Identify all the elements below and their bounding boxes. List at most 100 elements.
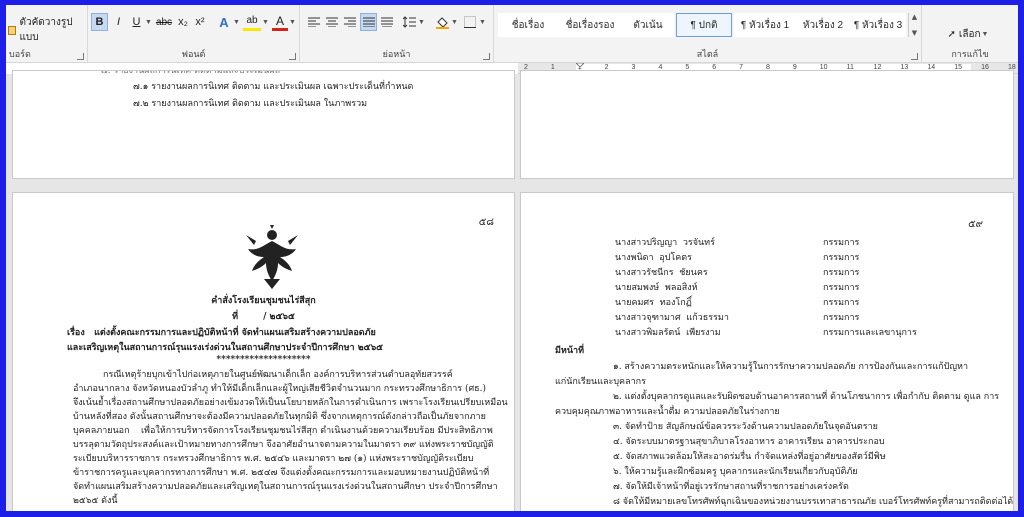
body-line: บุคคลภายนอก เพื่อให้การบริหารจัดการโรงเร… — [73, 426, 493, 436]
style-heading-2[interactable]: หัวเรื่อง 2 — [796, 13, 850, 37]
format-painter-label: ตัวคัดวางรูปแบบ — [19, 17, 73, 43]
line-spacing-button[interactable] — [401, 13, 417, 31]
select-button[interactable]: ➚ เลือก ▼ — [938, 25, 998, 43]
subject-line-1: เรื่อง แต่งตั้งคณะกรรมการและปฏิบัติหน้าท… — [67, 328, 376, 338]
duty-item: ๗. จัดให้มีเจ้าหน้าที่อยู่เวรรักษาสถานที… — [613, 482, 849, 492]
duty-item: แก่นักเรียนและบุคลากร — [555, 377, 646, 387]
chevron-down-icon: ▼ — [233, 18, 240, 26]
duty-item: ๒. แต่งตั้งบุคลากรดูแลและรับผิดชอบด้านอา… — [613, 392, 1000, 402]
align-left-icon — [308, 17, 320, 27]
style-title[interactable]: ชื่อเรื่อง — [498, 13, 558, 37]
member-name: นางสาวพิมลรัตน์ เพียรงาม — [615, 328, 721, 338]
shading-dropdown[interactable]: ▼ — [450, 13, 458, 31]
borders-button[interactable] — [462, 13, 478, 31]
borders-dropdown[interactable]: ▼ — [478, 13, 486, 31]
styles-dialog-launcher[interactable] — [911, 53, 918, 60]
duty-item: ควบคุมคุณภาพอาหารและน้ำดื่ม ความปลอดภัยใ… — [555, 407, 780, 417]
format-painter-icon — [8, 25, 17, 35]
italic-button[interactable]: I — [111, 13, 126, 31]
text-effects-button[interactable]: A — [216, 13, 232, 31]
member-name: นางสาวปริญญา วรจันทร์ — [615, 238, 715, 248]
body-line: ระเบียบบริหารราชการ กระทรวงศึกษาธิการ พ.… — [73, 454, 474, 464]
align-center-button[interactable] — [324, 13, 340, 31]
font-color-button[interactable]: A — [272, 13, 288, 31]
body-line: บ้านหลังที่สอง ดังนั้นสถานศึกษาจะต้องมีค… — [73, 412, 486, 422]
body-line: จัดทำแผนเสริมสร้างความปลอดภัยและเสริญเหต… — [73, 482, 498, 492]
subscript-button[interactable]: x₂ — [175, 13, 191, 31]
editing-group: ➚ เลือก ▼ การแก้ไข — [922, 5, 1018, 63]
document-workspace[interactable]: ๗. รายงานผลการนิเทศ ติดตามและประเมินผล ๗… — [6, 70, 1018, 511]
paragraph-group-label: ย่อหน้า — [382, 49, 411, 59]
align-right-icon — [344, 17, 356, 27]
distributed-icon — [381, 17, 393, 27]
word-window: ตัวคัดวางรูปแบบ บอร์ด B I U ▼ abc x₂ x² … — [0, 0, 1024, 517]
style-subtitle[interactable]: ชื่อเรื่องรอง — [558, 13, 622, 37]
clipboard-group: ตัวคัดวางรูปแบบ บอร์ด — [6, 5, 88, 63]
underline-dropdown[interactable]: ▼ — [144, 13, 152, 31]
duty-item: ๖. ให้ความรู้และฝึกซ้อมครู บุคลากรและนัก… — [613, 467, 858, 477]
justify-button[interactable] — [360, 13, 377, 31]
styles-gallery-scroll[interactable]: ▲ ▼ — [908, 13, 920, 37]
order-title: คำสั่งโรงเรียนชุมชนไร่สีสุก — [211, 296, 316, 306]
body-line: ข้าราชการครูและบุคลากรทางการศึกษา พ.ศ. ๒… — [73, 468, 490, 478]
underline-button[interactable]: U — [129, 13, 144, 31]
style-emphasis[interactable]: ตัวเน้น — [622, 13, 674, 37]
chevron-up-icon: ▲ — [911, 13, 918, 21]
line-spacing-dropdown[interactable]: ▼ — [417, 13, 425, 31]
paint-bucket-icon — [435, 16, 449, 29]
body-line: กรณีเหตุร้ายบุกเข้าไปก่อเหตุภายในศูนย์พั… — [103, 370, 453, 380]
chevron-down-icon: ▼ — [418, 18, 425, 26]
font-group: B I U ▼ abc x₂ x² A ▼ ab ▼ A ▼ ฟอนต์ — [88, 5, 300, 63]
member-name: นายคมศร ทองโกฏิ์ — [615, 298, 692, 308]
chevron-down-icon: ▼ — [981, 30, 989, 38]
body-line: จึงเน้นย้ำเรื่องสถานศึกษาปลอดภัยอย่างเข้… — [73, 398, 508, 408]
bold-button[interactable]: B — [91, 13, 108, 31]
clipboard-group-label: บอร์ด — [9, 49, 31, 59]
page-58-bottom-blank[interactable] — [520, 70, 1014, 179]
chevron-down-icon: ▼ — [451, 18, 458, 26]
body-line: ๗.๑ รายงานผลการนิเทศ ติดตาม และประเมินผล… — [133, 82, 414, 92]
text-effects-dropdown[interactable]: ▼ — [232, 13, 240, 31]
page-57-bottom[interactable]: ๗. รายงานผลการนิเทศ ติดตามและประเมินผล ๗… — [12, 70, 515, 179]
align-right-button[interactable] — [342, 13, 358, 31]
page-59[interactable]: ๕๙ นางสาวปริญญา วรจันทร์ กรรมการ นางพนิดา … — [520, 192, 1014, 511]
body-line: ๗.๒ รายงานผลการนิเทศ ติดตาม และประเมินผล… — [133, 99, 368, 109]
page-number: ๕๘ — [478, 217, 494, 228]
page-58[interactable]: ๕๘ คำสั่งโรงเรียนชุมชนไร่สีสุก ที่ / ๒๕๖… — [12, 192, 515, 511]
chevron-down-icon: ▼ — [262, 18, 269, 26]
justify-icon — [362, 17, 375, 27]
subject-line-2: และเสริญเหตุในสถานการณ์รุนแรงเร่งด่วนในส… — [67, 343, 383, 353]
body-line: ๒๕๖๕ ดังนี้ — [73, 496, 118, 506]
font-color-dropdown[interactable]: ▼ — [288, 13, 296, 31]
highlight-button[interactable]: ab — [243, 13, 261, 31]
member-name: นายสมพงษ์ พลอสิงห์ — [615, 283, 698, 293]
thai-distributed-button[interactable] — [379, 13, 395, 31]
select-label: เลือก — [958, 28, 981, 40]
garuda-emblem-icon — [246, 225, 298, 289]
member-name: นางสาวจุฑามาศ แก้วธรรมา — [615, 313, 729, 323]
format-painter-button[interactable]: ตัวคัดวางรูปแบบ — [8, 17, 86, 43]
line-spacing-icon — [402, 16, 416, 28]
strikethrough-button[interactable]: abc — [154, 13, 174, 31]
chevron-down-icon: ▼ — [289, 18, 296, 26]
style-heading-1[interactable]: ¶ หัวเรื่อง 1 — [734, 13, 796, 37]
clipboard-dialog-launcher[interactable] — [77, 53, 84, 60]
paragraph-dialog-launcher[interactable] — [483, 53, 490, 60]
member-role: กรรมการ — [823, 268, 860, 278]
style-heading-3[interactable]: ¶ หัวเรื่อง 3 — [850, 13, 906, 37]
align-left-button[interactable] — [306, 13, 322, 31]
body-line: อำเภอนากลาง จังหวัดหนองบัวลำภู ทำให้มีเด… — [73, 384, 487, 394]
editing-group-label: การแก้ไข — [951, 49, 989, 59]
chevron-down-icon: ▼ — [911, 29, 918, 37]
member-role: กรรมการ — [823, 298, 860, 308]
shading-button[interactable] — [434, 13, 450, 31]
highlight-dropdown[interactable]: ▼ — [261, 13, 269, 31]
font-dialog-launcher[interactable] — [289, 53, 296, 60]
member-role: กรรมการ — [823, 238, 860, 248]
style-normal[interactable]: ¶ ปกติ — [676, 13, 732, 37]
member-role: กรรมการและเลขานุการ — [823, 328, 917, 338]
duty-item: ๔. จัดระบบมาตรฐานสุขาภิบาลโรงอาหาร อาคาร… — [613, 437, 885, 447]
superscript-button[interactable]: x² — [192, 13, 208, 31]
duty-item: ๘ จัดให้มีหมายเลขโทรศัพท์ฉุกเฉินของหน่วย… — [613, 497, 1014, 507]
paragraph-group: ▼ ▼ ▼ ย่อหน้า — [300, 5, 494, 63]
